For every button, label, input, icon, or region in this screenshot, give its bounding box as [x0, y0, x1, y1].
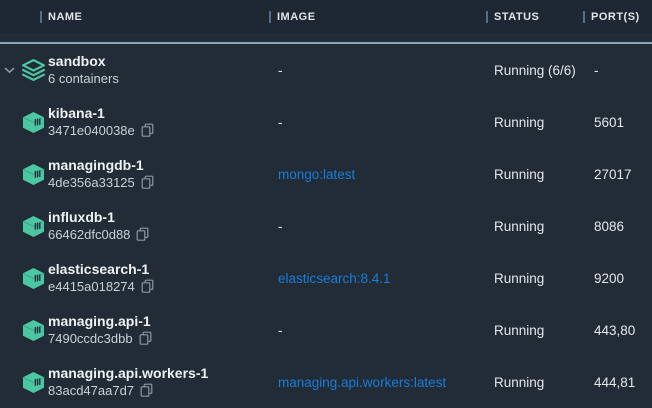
layers-stack-icon [21, 58, 46, 82]
ports-cell: 9200 [583, 271, 652, 286]
image-cell[interactable]: - [269, 219, 486, 234]
table-body: sandbox 6 containers - Running (6/6) - [0, 44, 652, 408]
container-name: elasticsearch-1 [48, 261, 269, 278]
column-divider [486, 11, 488, 23]
ports-cell: 8086 [583, 219, 652, 234]
column-divider [40, 11, 42, 23]
image-cell[interactable]: - [269, 323, 486, 338]
name-cell: influxdb-1 66462dfc0d88 [48, 209, 269, 243]
container-cube-icon [21, 215, 46, 238]
copy-icon[interactable] [140, 383, 153, 398]
table-row[interactable]: managing.api.workers-1 83acd47aa7d7 mana… [0, 356, 652, 408]
column-divider [583, 11, 585, 23]
image-cell[interactable]: mongo:latest [269, 167, 486, 182]
container-name: managing.api-1 [48, 313, 269, 330]
table-row[interactable]: elasticsearch-1 e4415a018274 elasticsear… [0, 252, 652, 304]
status-cell: Running [486, 375, 583, 390]
container-subtext: e4415a018274 [48, 278, 135, 295]
column-header-label: STATUS [494, 11, 539, 23]
status-cell: Running (6/6) [486, 63, 583, 78]
column-header-image: IMAGE [269, 0, 486, 33]
column-header-label: IMAGE [277, 11, 316, 23]
copy-icon[interactable] [141, 175, 154, 190]
status-cell: Running [486, 167, 583, 182]
column-header-name: NAME [40, 0, 269, 33]
container-cube-icon [21, 111, 46, 134]
table-row[interactable]: sandbox 6 containers - Running (6/6) - [0, 44, 652, 96]
name-cell: managingdb-1 4de356a33125 [48, 157, 269, 191]
container-name: influxdb-1 [48, 209, 269, 226]
image-cell[interactable]: - [269, 115, 486, 130]
copy-icon[interactable] [141, 123, 154, 138]
name-cell: elasticsearch-1 e4415a018274 [48, 261, 269, 295]
ports-cell: 444,81 [583, 375, 652, 390]
table-row[interactable]: managing.api-1 7490ccdc3dbb - Running 44… [0, 304, 652, 356]
column-header-label: NAME [48, 11, 82, 23]
image-cell[interactable]: managing.api.workers:latest [269, 375, 486, 390]
container-subtext: 3471e040038e [48, 122, 135, 139]
container-subtext: 6 containers [48, 70, 119, 87]
column-header-status: STATUS [486, 0, 583, 33]
name-cell: sandbox 6 containers [48, 53, 269, 87]
chevron-down-icon[interactable] [4, 67, 15, 74]
container-name: kibana-1 [48, 105, 269, 122]
name-cell: kibana-1 3471e040038e [48, 105, 269, 139]
container-name: sandbox [48, 53, 269, 70]
container-cube-icon [21, 163, 46, 186]
container-cube-icon [21, 267, 46, 290]
status-cell: Running [486, 115, 583, 130]
container-subtext: 83acd47aa7d7 [48, 382, 134, 399]
image-cell[interactable]: - [269, 63, 486, 78]
container-name: managingdb-1 [48, 157, 269, 174]
copy-icon[interactable] [139, 331, 152, 346]
container-name: managing.api.workers-1 [48, 365, 269, 382]
copy-icon[interactable] [136, 227, 149, 242]
table-row[interactable]: influxdb-1 66462dfc0d88 - Running 8086 [0, 200, 652, 252]
status-cell: Running [486, 323, 583, 338]
column-divider [269, 11, 271, 23]
ports-cell: 443,80 [583, 323, 652, 338]
table-row[interactable]: kibana-1 3471e040038e - Running 5601 [0, 96, 652, 148]
container-subtext: 66462dfc0d88 [48, 226, 130, 243]
container-subtext: 4de356a33125 [48, 174, 135, 191]
image-cell[interactable]: elasticsearch:8.4.1 [269, 271, 486, 286]
ports-cell: - [583, 63, 652, 78]
name-cell: managing.api.workers-1 83acd47aa7d7 [48, 365, 269, 399]
ports-cell: 27017 [583, 167, 652, 182]
column-header-label: PORT(S) [591, 11, 640, 23]
name-cell: managing.api-1 7490ccdc3dbb [48, 313, 269, 347]
container-cube-icon [21, 371, 46, 394]
status-cell: Running [486, 219, 583, 234]
container-subtext: 7490ccdc3dbb [48, 330, 133, 347]
copy-icon[interactable] [141, 279, 154, 294]
status-cell: Running [486, 271, 583, 286]
table-row[interactable]: managingdb-1 4de356a33125 mongo:latest R… [0, 148, 652, 200]
table-header: NAME IMAGE STATUS PORT(S) [0, 0, 652, 33]
column-header-ports: PORT(S) [583, 0, 652, 33]
ports-cell: 5601 [583, 115, 652, 130]
container-cube-icon [21, 319, 46, 342]
